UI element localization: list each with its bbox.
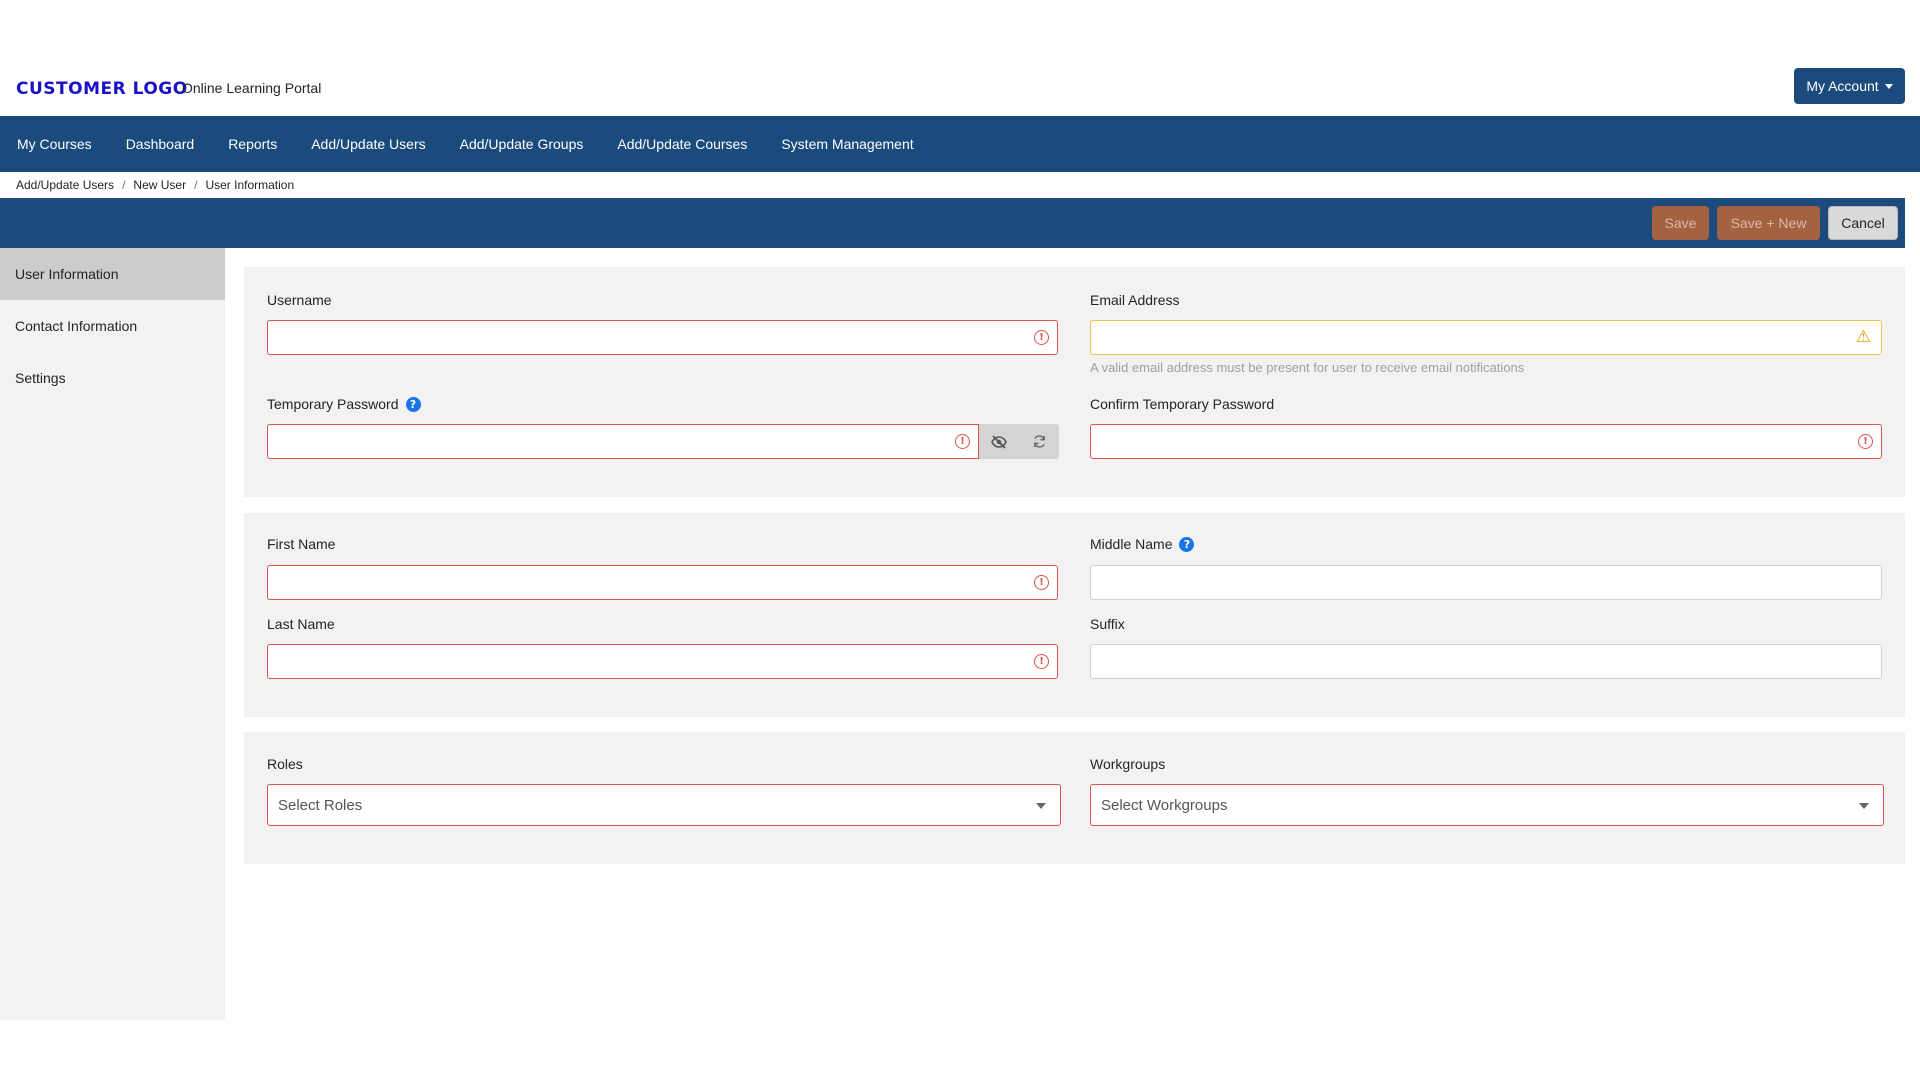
my-account-label: My Account [1806,78,1879,94]
exclamation-circle-icon: ! [1034,654,1049,669]
workgroups-select[interactable]: Select Workgroups [1090,784,1884,826]
workgroups-label-text: Workgroups [1090,756,1166,772]
last-name-label-text: Last Name [267,616,335,632]
email-label: Email Address [1090,292,1179,308]
nav-item-reports[interactable]: Reports [211,116,294,172]
customer-logo[interactable]: CUSTOMER LOGO [16,79,188,99]
middle-name-label-text: Middle Name [1090,536,1173,552]
username-label: Username [267,292,332,308]
nav-item-add-update-users[interactable]: Add/Update Users [294,116,442,172]
sidebar: User Information Contact Information Set… [0,248,225,1020]
my-account-button[interactable]: My Account [1794,68,1905,104]
exclamation-circle-icon: ! [955,434,970,449]
question-circle-icon[interactable]: ? [1179,536,1195,552]
suffix-field[interactable] [1090,644,1882,679]
exclamation-circle-icon: ! [1034,330,1049,345]
breadcrumb-separator: / [194,178,198,192]
warning-triangle-icon: ⚠ [1855,327,1871,347]
roles-label: Roles [267,756,303,772]
email-hint: A valid email address must be present fo… [1090,360,1525,375]
nav-item-add-update-groups[interactable]: Add/Update Groups [443,116,601,172]
caret-down-icon [1884,83,1893,89]
suffix-label: Suffix [1090,616,1125,632]
credentials-panel: Username ! Email Address ⚠ A valid email… [244,267,1905,497]
workgroups-label: Workgroups [1090,756,1165,772]
email-label-text: Email Address [1090,292,1180,308]
cancel-button[interactable]: Cancel [1828,206,1898,240]
caret-down-icon [1036,803,1046,809]
nav-item-system-management[interactable]: System Management [764,116,930,172]
save-button[interactable]: Save [1652,206,1709,240]
confirm-password-label-text: Confirm Temporary Password [1090,396,1275,412]
breadcrumb: Add/Update Users / New User / User Infor… [16,178,294,192]
suffix-label-text: Suffix [1090,616,1125,632]
username-field[interactable]: ! [267,320,1058,355]
roles-select[interactable]: Select Roles [267,784,1061,826]
exclamation-circle-icon: ! [1034,575,1049,590]
sidebar-item-contact-information[interactable]: Contact Information [0,300,225,352]
first-name-label-text: First Name [267,536,336,552]
breadcrumb-separator: / [122,178,126,192]
eye-slash-icon[interactable] [979,424,1019,459]
roles-select-placeholder: Select Roles [278,796,363,814]
main-nav: My Courses Dashboard Reports Add/Update … [0,116,1920,172]
exclamation-circle-icon: ! [1858,434,1873,449]
caret-down-icon [1859,803,1869,809]
sidebar-item-settings[interactable]: Settings [0,352,225,404]
workgroups-select-placeholder: Select Workgroups [1101,796,1228,814]
name-panel: First Name ! Middle Name ? Last Name ! S… [244,513,1905,717]
confirm-password-label: Confirm Temporary Password [1090,396,1274,412]
first-name-field[interactable]: ! [267,565,1058,600]
first-name-label: First Name [267,536,335,552]
breadcrumb-user-information: User Information [205,178,295,192]
refresh-icon[interactable] [1019,424,1059,459]
temp-password-label-text: Temporary Password [267,396,399,412]
app-header: CUSTOMER LOGO Online Learning Portal My … [0,68,1920,116]
question-circle-icon[interactable]: ? [405,396,421,412]
nav-item-add-update-courses[interactable]: Add/Update Courses [600,116,764,172]
temp-password-label: Temporary Password ? [267,396,421,412]
last-name-field[interactable]: ! [267,644,1058,679]
portal-name: Online Learning Portal [182,80,322,96]
breadcrumb-new-user[interactable]: New User [133,178,186,192]
middle-name-field[interactable] [1090,565,1882,600]
roles-panel: Roles Select Roles Workgroups Select Wor… [244,732,1905,864]
last-name-label: Last Name [267,616,335,632]
temp-password-field[interactable]: ! [267,424,979,459]
nav-item-dashboard[interactable]: Dashboard [109,116,212,172]
nav-item-my-courses[interactable]: My Courses [0,116,109,172]
action-bar: Save Save + New Cancel [0,198,1905,248]
confirm-password-field[interactable]: ! [1090,424,1882,459]
roles-label-text: Roles [267,756,303,772]
username-label-text: Username [267,292,332,308]
sidebar-item-user-information[interactable]: User Information [0,248,225,300]
password-actions [979,424,1059,459]
email-field[interactable]: ⚠ [1090,320,1882,355]
middle-name-label: Middle Name ? [1090,536,1195,552]
save-new-button[interactable]: Save + New [1717,206,1820,240]
breadcrumb-add-update-users[interactable]: Add/Update Users [16,178,114,192]
